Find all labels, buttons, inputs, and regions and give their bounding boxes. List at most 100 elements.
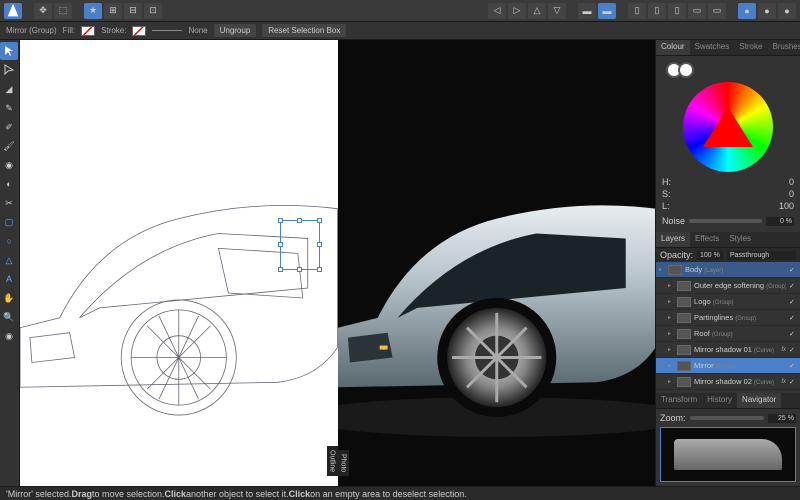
canvas-outline-view[interactable]: Outline [20, 40, 338, 486]
align-r-icon[interactable]: ▯ [668, 3, 686, 19]
photo-tab[interactable]: Photo [338, 450, 349, 476]
align-c-icon[interactable]: ▯ [648, 3, 666, 19]
shape-ellipse-tool[interactable]: ○ [0, 232, 18, 250]
layer-thumbnail [677, 281, 691, 291]
blend-mode-field[interactable]: Passthrough [727, 251, 796, 260]
stroke-width-preview[interactable] [152, 30, 182, 31]
layer-name: Body (Layer) [685, 265, 786, 274]
rotate2-icon[interactable]: ▽ [548, 3, 566, 19]
persona3-icon[interactable]: ● [778, 3, 796, 19]
node-tool-icon[interactable]: ⬚ [54, 3, 72, 19]
navigator-preview[interactable] [660, 427, 796, 482]
visibility-checkbox[interactable]: ✓ [789, 330, 797, 338]
visibility-checkbox[interactable]: ✓ [789, 298, 797, 306]
crop-tool[interactable]: ✂ [0, 194, 18, 212]
hand-tool[interactable]: ✋ [0, 289, 18, 307]
tab-styles[interactable]: Styles [724, 232, 756, 247]
zoom-slider[interactable] [690, 416, 764, 420]
expand-arrow-icon[interactable]: ▸ [668, 330, 674, 337]
layers-panel-tabs: Layers Effects Styles [656, 232, 800, 248]
zoom-tool[interactable]: 🔍 [0, 308, 18, 326]
visibility-checkbox[interactable]: ✓ [789, 346, 797, 354]
ungroup-button[interactable]: Ungroup [214, 24, 257, 37]
opacity-field[interactable]: 100 % [697, 251, 723, 260]
zoom-value[interactable]: 25 % [768, 414, 796, 423]
pencil-tool[interactable]: ✐ [0, 118, 18, 136]
layer-icon[interactable]: ▬ [598, 3, 616, 19]
align-l-icon[interactable]: ▯ [628, 3, 646, 19]
color-picker-tool[interactable]: ◉ [0, 327, 18, 345]
flip-v-icon[interactable]: ▷ [508, 3, 526, 19]
layer-row[interactable]: ▸ Body (Layer)✓ [656, 262, 800, 278]
grid-icon[interactable]: ⊞ [104, 3, 122, 19]
tab-navigator[interactable]: Navigator [737, 393, 781, 408]
visibility-checkbox[interactable]: ✓ [789, 378, 797, 386]
reset-selection-button[interactable]: Reset Selection Box [262, 24, 346, 37]
tab-stroke[interactable]: Stroke [734, 40, 767, 55]
visibility-checkbox[interactable]: ✓ [789, 362, 797, 370]
layer-row[interactable]: ▸Mirror shadow 02 (Curve)fx✓ [656, 374, 800, 390]
app-logo-icon[interactable] [4, 3, 22, 19]
node-tool[interactable] [0, 61, 18, 79]
stroke-preset[interactable]: None [188, 26, 207, 35]
persona2-icon[interactable]: ● [758, 3, 776, 19]
layer-row[interactable]: ▸Partinglines (Group)✓ [656, 310, 800, 326]
expand-arrow-icon[interactable]: ▸ [668, 314, 674, 321]
noise-value[interactable]: 0 % [766, 217, 794, 226]
align-m-icon[interactable]: ▭ [708, 3, 726, 19]
expand-arrow-icon[interactable]: ▸ [668, 282, 674, 289]
layer-row[interactable]: ▸Mirror (Group)✓ [656, 358, 800, 374]
canvas-area[interactable]: Outline Photo [20, 40, 655, 486]
align-t-icon[interactable]: ▭ [688, 3, 706, 19]
fill-swatch[interactable] [81, 26, 95, 36]
lock-icon[interactable]: ⊡ [144, 3, 162, 19]
noise-slider[interactable] [689, 219, 762, 223]
tab-transform[interactable]: Transform [656, 393, 702, 408]
tab-colour[interactable]: Colour [656, 40, 690, 55]
flip-h-icon[interactable]: ◁ [488, 3, 506, 19]
visibility-checkbox[interactable]: ✓ [789, 314, 797, 322]
text-tool[interactable]: A [0, 270, 18, 288]
tab-swatches[interactable]: Swatches [690, 40, 735, 55]
color-wheel[interactable] [683, 82, 773, 172]
layer-name: Mirror shadow 02 (Curve) [694, 377, 778, 386]
s-value: 0 [789, 189, 794, 199]
move-tool[interactable] [0, 42, 18, 60]
expand-arrow-icon[interactable]: ▸ [668, 362, 674, 369]
bg-color-swatch[interactable] [678, 62, 694, 78]
expand-arrow-icon[interactable]: ▸ [668, 298, 674, 305]
rotate-icon[interactable]: △ [528, 3, 546, 19]
guides-icon[interactable]: ⊟ [124, 3, 142, 19]
layer-row[interactable]: ▸Mirror shadow 01 (Curve)fx✓ [656, 342, 800, 358]
tab-effects[interactable]: Effects [690, 232, 724, 247]
tab-layers[interactable]: Layers [656, 232, 690, 247]
persona1-icon[interactable]: ● [738, 3, 756, 19]
snap-icon[interactable]: ★ [84, 3, 102, 19]
l-label: L: [662, 201, 670, 211]
expand-arrow-icon[interactable]: ▸ [668, 378, 674, 385]
expand-arrow-icon[interactable]: ▸ [668, 346, 674, 353]
canvas-render-view[interactable]: Photo [338, 40, 656, 486]
layer-row[interactable]: ▸Logo (Group)✓ [656, 294, 800, 310]
layer-row[interactable]: ▸Roof (Group)✓ [656, 326, 800, 342]
layer-thumbnail [668, 265, 682, 275]
transparency-tool[interactable]: ◐ [0, 175, 18, 193]
fill-tool[interactable]: ◉ [0, 156, 18, 174]
move-tool-icon[interactable]: ✥ [34, 3, 52, 19]
order-icon[interactable]: ▬ [578, 3, 596, 19]
visibility-checkbox[interactable]: ✓ [789, 266, 797, 274]
stroke-swatch[interactable] [132, 26, 146, 36]
shape-rect-tool[interactable]: ▢ [0, 213, 18, 231]
corner-tool[interactable]: ◢ [0, 80, 18, 98]
selection-bounding-box[interactable] [280, 220, 320, 270]
brush-tool[interactable]: 🖌 [0, 137, 18, 155]
tab-brushes[interactable]: Brushes [767, 40, 800, 55]
expand-arrow-icon[interactable]: ▸ [659, 266, 665, 273]
layer-row[interactable]: ▸ Outer edge softening (Group)✓ [656, 278, 800, 294]
visibility-checkbox[interactable]: ✓ [789, 282, 797, 290]
outline-tab[interactable]: Outline [327, 446, 338, 476]
pen-tool[interactable]: ✎ [0, 99, 18, 117]
layer-name: Outer edge softening (Group) [694, 281, 786, 290]
shape-tri-tool[interactable]: △ [0, 251, 18, 269]
tab-history[interactable]: History [702, 393, 737, 408]
